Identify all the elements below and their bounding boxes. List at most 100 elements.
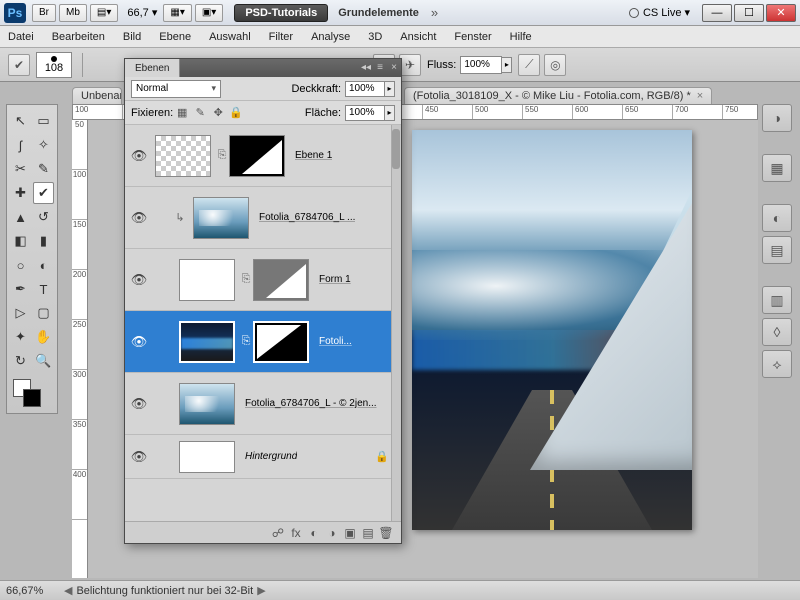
document-tab-1[interactable]: Unbenannt: [72, 87, 122, 104]
menu-datei[interactable]: Datei: [8, 31, 34, 43]
type-tool[interactable]: T: [33, 278, 54, 300]
workspace-secondary[interactable]: Grundelemente: [338, 7, 419, 19]
magic-wand-tool[interactable]: ✧: [33, 134, 54, 156]
document-tab-2[interactable]: (Fotolia_3018109_X - © Mike Liu - Fotoli…: [404, 87, 712, 104]
layer-row[interactable]: 👁 ⎘ Ebene 1: [125, 125, 401, 187]
zoom-display[interactable]: 66,7 ▾: [127, 6, 157, 19]
panel-close-icon[interactable]: ×: [387, 62, 401, 74]
mask-icon[interactable]: ◐: [305, 526, 323, 540]
layer-thumb[interactable]: [179, 383, 235, 425]
maximize-button[interactable]: ☐: [734, 4, 764, 22]
shape-tool[interactable]: ▢: [33, 302, 54, 324]
layer-row[interactable]: 👁 Fotolia_6784706_L - © 2jen...: [125, 373, 401, 435]
history-brush-tool[interactable]: ↺: [33, 206, 54, 228]
new-layer-icon[interactable]: ▤: [359, 526, 377, 540]
lock-position-icon[interactable]: ✥: [211, 106, 225, 120]
layers-panel-icon[interactable]: ▥: [762, 286, 792, 314]
panel-tab-ebenen[interactable]: Ebenen: [125, 59, 180, 77]
panel-menu-icon[interactable]: ≡: [373, 62, 387, 74]
cslive-label[interactable]: CS Live: [643, 7, 682, 19]
mask-thumb[interactable]: [229, 135, 285, 177]
layer-name[interactable]: Fotolia_6784706_L ...: [259, 212, 355, 223]
heal-tool[interactable]: ✚: [10, 182, 31, 204]
layer-thumb[interactable]: [179, 441, 235, 473]
fluss-arrow[interactable]: ▸: [502, 57, 512, 73]
blend-mode-select[interactable]: Normal: [131, 80, 221, 98]
link-layers-icon[interactable]: ☍: [269, 526, 287, 540]
stamp-tool[interactable]: ▲: [10, 206, 31, 228]
layer-name[interactable]: Hintergrund: [245, 451, 297, 462]
menu-bearbeiten[interactable]: Bearbeiten: [52, 31, 105, 43]
menu-fenster[interactable]: Fenster: [454, 31, 491, 43]
color-swatches[interactable]: [9, 379, 55, 409]
visibility-icon[interactable]: 👁: [129, 449, 149, 465]
hand-tool[interactable]: ✋: [33, 326, 54, 348]
mask-link-icon[interactable]: ⎘: [239, 335, 253, 348]
dodge-tool[interactable]: ◐: [33, 254, 54, 276]
mask-link-icon[interactable]: ⎘: [239, 273, 253, 286]
panel-header[interactable]: Ebenen ◂◂ ≡ ×: [125, 59, 401, 77]
tablet-pressure-icon[interactable]: ⟋: [518, 54, 540, 76]
zoom-tool[interactable]: 🔍: [33, 350, 54, 372]
status-arrow-left-icon[interactable]: ◀: [64, 584, 72, 597]
fluss-field[interactable]: 100%: [460, 56, 502, 74]
collapse-icon[interactable]: ◂◂: [359, 62, 373, 74]
layer-row[interactable]: 👁 Hintergrund 🔒: [125, 435, 401, 479]
workspace-psdtutorials[interactable]: PSD-Tutorials: [234, 4, 328, 22]
mask-link-icon[interactable]: ⎘: [215, 149, 229, 162]
layer-name[interactable]: Form 1: [319, 274, 351, 285]
menu-auswahl[interactable]: Auswahl: [209, 31, 251, 43]
brush-preset[interactable]: 108: [36, 52, 72, 78]
gradient-tool[interactable]: ▮: [33, 230, 54, 252]
mask-thumb[interactable]: [253, 259, 309, 301]
menu-ansicht[interactable]: Ansicht: [400, 31, 436, 43]
blur-tool[interactable]: ○: [10, 254, 31, 276]
pen-tool[interactable]: ✒: [10, 278, 31, 300]
adjustment-icon[interactable]: ◑: [323, 526, 341, 540]
swatches-panel-icon[interactable]: ▦: [762, 154, 792, 182]
marquee-tool[interactable]: ▭: [33, 110, 54, 132]
fx-icon[interactable]: fx: [287, 526, 305, 540]
minibridge-button[interactable]: Mb: [59, 4, 87, 22]
fill-field[interactable]: 100%: [345, 105, 385, 121]
path-select-tool[interactable]: ▷: [10, 302, 31, 324]
target-icon[interactable]: ◎: [544, 54, 566, 76]
fill-arrow[interactable]: ▸: [385, 105, 395, 121]
menu-3d[interactable]: 3D: [368, 31, 382, 43]
eyedropper-tool[interactable]: ✎: [33, 158, 54, 180]
brush-tool[interactable]: ✔: [33, 182, 54, 204]
opacity-arrow[interactable]: ▸: [385, 81, 395, 97]
layer-name[interactable]: Fotoli...: [319, 336, 352, 347]
opacity-field[interactable]: 100%: [345, 81, 385, 97]
lock-all-icon[interactable]: 🔒: [229, 106, 243, 120]
lock-pixels-icon[interactable]: ✎: [193, 106, 207, 120]
paths-panel-icon[interactable]: ⟡: [762, 350, 792, 378]
adjustments-panel-icon[interactable]: ◐: [762, 204, 792, 232]
visibility-icon[interactable]: 👁: [129, 334, 149, 350]
3d-tool[interactable]: ✦: [10, 326, 31, 348]
visibility-icon[interactable]: 👁: [129, 396, 149, 412]
menu-filter[interactable]: Filter: [269, 31, 293, 43]
layer-name[interactable]: Fotolia_6784706_L - © 2jen...: [245, 398, 377, 409]
status-arrow-right-icon[interactable]: ▶: [257, 584, 265, 597]
layer-row[interactable]: 👁 ↳ Fotolia_6784706_L ...: [125, 187, 401, 249]
menu-analyse[interactable]: Analyse: [311, 31, 350, 43]
layer-thumb[interactable]: [179, 321, 235, 363]
airbrush-icon[interactable]: ✈: [399, 54, 421, 76]
lasso-tool[interactable]: ʃ: [10, 134, 31, 156]
move-tool[interactable]: ↖: [10, 110, 31, 132]
minimize-button[interactable]: —: [702, 4, 732, 22]
color-panel-icon[interactable]: ◑: [762, 104, 792, 132]
layer-name[interactable]: Ebene 1: [295, 150, 332, 161]
crop-tool[interactable]: ✂: [10, 158, 31, 180]
menu-ebene[interactable]: Ebene: [159, 31, 191, 43]
layers-panel[interactable]: Ebenen ◂◂ ≡ × Normal Deckkraft: 100% ▸ F…: [124, 58, 402, 544]
background-swatch[interactable]: [23, 389, 41, 407]
layer-thumb[interactable]: [193, 197, 249, 239]
ruler-vertical[interactable]: 50100150200250300350400: [72, 120, 88, 578]
menu-bild[interactable]: Bild: [123, 31, 141, 43]
lock-transparent-icon[interactable]: ▦: [175, 106, 189, 120]
zoom-field[interactable]: 66,67%: [6, 585, 60, 597]
menu-hilfe[interactable]: Hilfe: [510, 31, 532, 43]
visibility-icon[interactable]: 👁: [129, 272, 149, 288]
